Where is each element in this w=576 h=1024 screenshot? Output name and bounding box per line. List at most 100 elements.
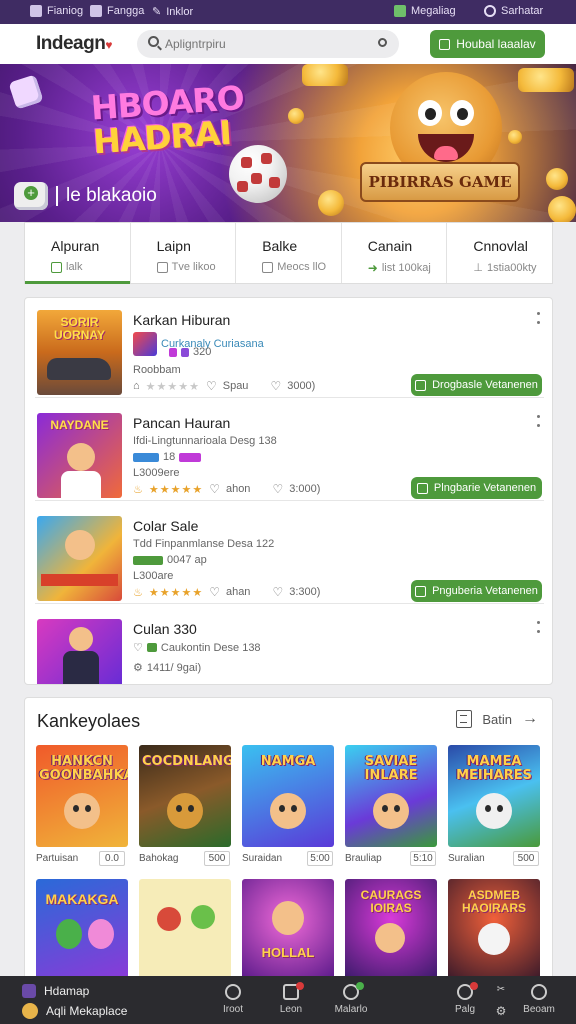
game-tile[interactable]: ASDMEB HAOIRARS [448, 879, 540, 979]
tile-title: COCDNLANGS [142, 754, 231, 769]
tab-sub-text: Tve likoo [171, 261, 216, 273]
heart-outline-icon[interactable]: ♡ [272, 585, 283, 599]
listing-thumbnail[interactable]: SORIR UORNAY [37, 310, 122, 395]
game-tile[interactable]: NAMGA [242, 745, 334, 847]
heart-outline-icon[interactable]: ♡ [206, 379, 217, 393]
game-tile[interactable]: HANKCN GOONBAHKAIS [36, 745, 128, 847]
heart-outline-icon[interactable]: ♡ [272, 482, 283, 496]
tab-canain[interactable]: Canain ➜ list 100kaj [342, 223, 448, 283]
game-tile[interactable]: MAKAKGA [36, 879, 128, 979]
coin-icon [548, 196, 576, 222]
listing-stats: ♨ ★★★★★ ♡ ahan ♡ 3:300) [133, 585, 320, 599]
nav-label: Beoam [523, 1004, 555, 1015]
search-bar [137, 30, 399, 58]
more-options-icon[interactable] [536, 312, 540, 324]
hero-banner[interactable]: HBOARO HADRAI PIBIRRAS GAME le blakaoio [0, 64, 576, 222]
listing-title: Pancan Hauran [133, 415, 231, 431]
character-face [167, 793, 203, 829]
see-all-link[interactable]: Batin → [456, 710, 538, 728]
heart-outline-icon[interactable]: ♡ [209, 585, 220, 599]
topbar-item-megaliag[interactable]: Megaliag [394, 5, 456, 17]
tab-cnnovlal[interactable]: Cnnovlal ⊥ 1stia00kty [447, 223, 552, 283]
listing-thumbnail[interactable] [37, 619, 122, 684]
character-image [65, 530, 95, 560]
topbar-item-fangga[interactable]: Fangga [90, 5, 144, 17]
brand-label: Hdamap [44, 984, 90, 998]
fire-icon: ♨ [133, 483, 143, 496]
game-tile[interactable]: COCDNLANGS [139, 745, 231, 847]
list-item[interactable]: NAYDANE Pancan Hauran Ifdi-Lingtunnarioa… [35, 401, 544, 501]
tile-title: NAMGA [260, 754, 316, 769]
tile-badge: 5:00 [307, 851, 333, 866]
listing-meta-line: Roobbam [133, 364, 181, 376]
topbar-item-inklor[interactable]: ✎ Inklor [152, 5, 193, 19]
tag-value: 18 [163, 451, 176, 463]
tag-icon [51, 261, 62, 273]
nav-item-leon[interactable]: Leon [266, 982, 316, 1015]
heart-outline-icon: ♡ [133, 642, 143, 654]
tab-laipn[interactable]: Laipn Tve likoo [131, 223, 237, 283]
pin-icon: ✎ [152, 6, 162, 18]
header-action-button[interactable]: Houbal laaalav [430, 30, 545, 58]
tile-label: Suraidan [242, 853, 283, 864]
tab-sub: Meocs llO [262, 261, 326, 273]
topbar-item-sarhatar[interactable]: Sarhatar [484, 5, 543, 17]
tile-label: Bahokag [139, 853, 179, 864]
button-label: Drogbasle Vetanenen [432, 379, 538, 391]
list-item[interactable]: Culan 330 ♡ Caukontin Dese 138 ⚙ 1411/ 9… [35, 607, 544, 684]
tile-label: Brauliap [345, 853, 382, 864]
listing-action-button[interactable]: Plngbarie Vetanenen [411, 477, 542, 499]
banner-title: HBOARO HADRAI [90, 78, 254, 161]
tab-label: Canain [367, 238, 413, 254]
topbar-label: Megaliag [411, 5, 456, 17]
tile-title: HOLLAL [261, 945, 315, 960]
app-name-label: Aqli Mekaplace [46, 1004, 128, 1018]
category-tabs: Alpuran lalk Laipn Tve likoo Balke Meocs… [24, 222, 553, 284]
game-tile[interactable] [139, 879, 231, 979]
tag-pill [133, 452, 159, 462]
topbar-item-fianiog[interactable]: Fianiog [30, 5, 83, 17]
game-tile[interactable]: CAURAGS IOIRAS [345, 879, 437, 979]
ribbon-text: PIBIRRAS GAME [368, 173, 512, 191]
list-item[interactable]: SORIR UORNAY Karkan Hiburan Curkanaly Cu… [35, 298, 544, 398]
listing-thumbnail[interactable] [37, 516, 122, 601]
nav-item-malarlo[interactable]: Malarlo [326, 982, 376, 1015]
bottom-brand[interactable]: Hdamap Aqli Mekaplace [22, 984, 127, 1019]
game-tile[interactable]: SAVIAE INLARE [345, 745, 437, 847]
search-icon [225, 984, 241, 1000]
tab-balke[interactable]: Balke Meocs llO [236, 223, 342, 283]
tile-title: HANKCN GOONBAHKAIS [39, 754, 128, 783]
listing-action-button[interactable]: Drogbasle Vetanenen [411, 374, 542, 396]
tab-sub-text: lalk [66, 261, 83, 273]
listing-thumbnail[interactable]: NAYDANE [37, 413, 122, 498]
section-heading: Kankeyolaes [37, 711, 141, 731]
app-logo[interactable]: Indeagn♥ [36, 33, 112, 55]
likes-count: Spau [222, 380, 249, 392]
likes-count: ahon [225, 483, 251, 495]
heart-outline-icon[interactable]: ♡ [270, 379, 281, 393]
tile-label: Suralian [448, 853, 485, 864]
listing-stats: ⌂ ★★★★★ ♡ Spau ♡ 3000) [133, 379, 315, 393]
gamepad-icon [14, 182, 48, 210]
nav-item-search-alt[interactable]: Beoam [514, 982, 564, 1015]
listing-action-button[interactable]: Pnguberia Vetanenen [411, 580, 542, 602]
more-options-icon[interactable] [536, 621, 540, 633]
views-count: 3000) [287, 380, 316, 392]
character-image [69, 627, 93, 651]
tile-title: MAKAKGA [45, 891, 119, 907]
message-icon [394, 5, 406, 17]
game-tile[interactable]: MAMEA MEIHARES [448, 745, 540, 847]
tab-alpuran[interactable]: Alpuran lalk [25, 223, 131, 284]
app-header: Indeagn♥ Houbal laaalav [0, 24, 576, 64]
game-tile[interactable]: HOLLAL [242, 879, 334, 979]
nav-label: Iroot [222, 1004, 243, 1015]
tab-label: Balke [262, 238, 298, 254]
nav-item-search[interactable]: Iroot [208, 982, 258, 1015]
heart-outline-icon[interactable]: ♡ [209, 482, 220, 496]
more-options-icon[interactable] [536, 415, 540, 427]
search-input[interactable] [165, 34, 365, 54]
list-item[interactable]: Colar Sale Tdd Finpanmlanse Desa 122 004… [35, 504, 544, 604]
recommended-section: Kankeyolaes Batin → HANKCN GOONBAHKAIS C… [24, 697, 553, 987]
coin-icon [288, 108, 304, 124]
search-submit-icon[interactable] [378, 38, 387, 47]
